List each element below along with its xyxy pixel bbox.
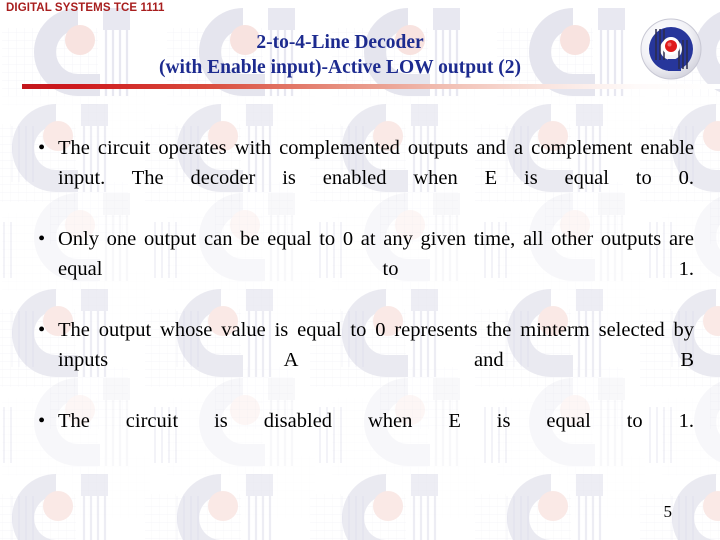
slide-canvas: DIGITAL SYSTEMS TCE 1111 2-to-4-Line Dec… (0, 0, 720, 540)
list-item-text: The circuit operates with complemented o… (58, 137, 694, 189)
bullet-list: • The circuit operates with complemented… (30, 133, 694, 467)
page-title: 2-to-4-Line Decoder (with Enable input)-… (40, 30, 640, 80)
list-item-text: Only one output can be equal to 0 at any… (58, 228, 694, 280)
bullet-dot-icon: • (38, 319, 46, 341)
title-divider (22, 84, 720, 89)
bullet-dot-icon: • (38, 228, 46, 250)
course-label: DIGITAL SYSTEMS TCE 1111 (6, 2, 165, 14)
page-number: 5 (663, 502, 673, 521)
list-item: • Only one output can be equal to 0 at a… (30, 224, 694, 314)
bullet-dot-icon: • (38, 410, 46, 432)
page-title-line-1: 2-to-4-Line Decoder (256, 32, 424, 53)
university-circular-logo-icon (638, 16, 704, 82)
list-item-text: The output whose value is equal to 0 rep… (58, 319, 694, 371)
list-item: • The circuit is disabled when E is equa… (30, 406, 694, 466)
list-item: • The circuit operates with complemented… (30, 133, 694, 223)
list-item: • The output whose value is equal to 0 r… (30, 315, 694, 405)
page-title-line-2: (with Enable input)-Active LOW output (2… (158, 57, 522, 78)
bullet-dot-icon: • (38, 137, 46, 159)
list-item-text: The circuit is disabled when E is equal … (58, 410, 694, 432)
